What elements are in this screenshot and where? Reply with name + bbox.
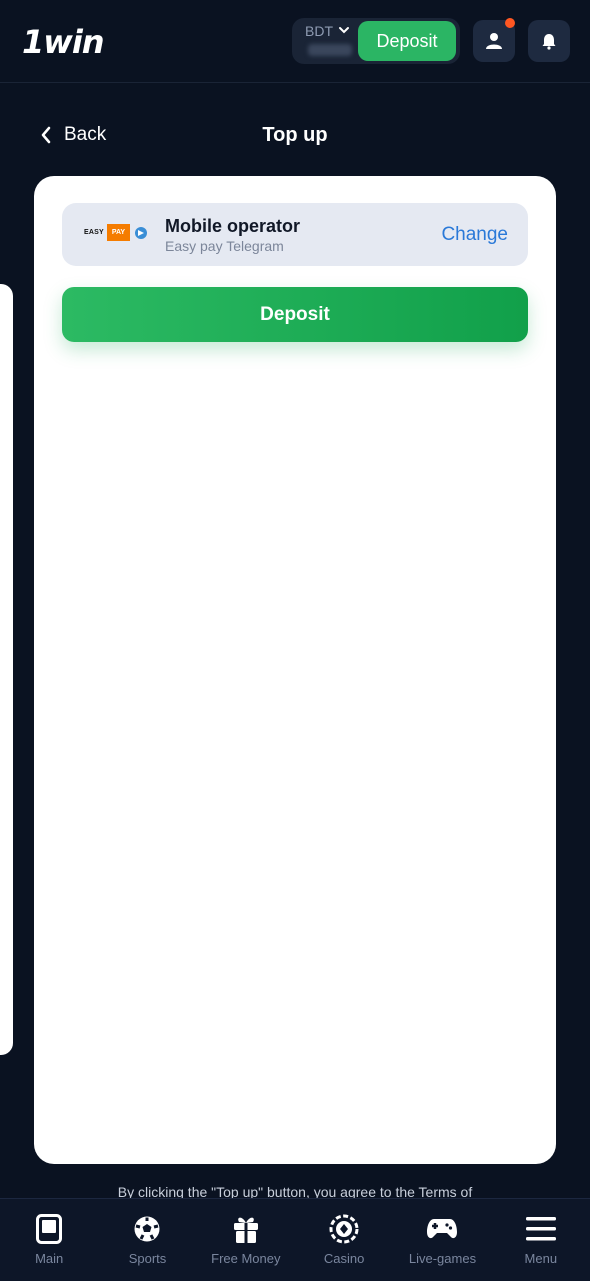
side-panel-edge bbox=[0, 284, 13, 1055]
nav-item-main[interactable]: Main bbox=[0, 1199, 98, 1281]
balance-widget[interactable]: BDT Deposit bbox=[292, 18, 460, 64]
nav-label: Menu bbox=[524, 1251, 558, 1266]
nav-label: Free Money bbox=[211, 1251, 281, 1266]
currency-label[interactable]: BDT bbox=[305, 23, 333, 39]
payment-method-subtitle: Easy pay Telegram bbox=[165, 238, 284, 254]
nav-item-menu[interactable]: Menu bbox=[492, 1199, 590, 1281]
nav-label: Live-games bbox=[408, 1251, 477, 1266]
nav-label: Sports bbox=[128, 1251, 167, 1266]
gamepad-icon bbox=[426, 1213, 458, 1245]
back-label: Back bbox=[64, 124, 107, 145]
notifications-button[interactable] bbox=[528, 20, 570, 62]
bell-icon bbox=[542, 34, 556, 50]
chevron-down-icon[interactable] bbox=[338, 24, 350, 36]
nav-item-sports[interactable]: Sports bbox=[98, 1199, 196, 1281]
easypay-logo-easy: EASY bbox=[84, 229, 104, 236]
deposit-button[interactable]: Deposit bbox=[62, 287, 528, 342]
header-deposit-button[interactable]: Deposit bbox=[358, 21, 456, 61]
change-method-link[interactable]: Change bbox=[441, 224, 508, 246]
back-button[interactable]: Back bbox=[40, 124, 106, 146]
bottom-nav: Main Sports Free Money Casino Live-games… bbox=[0, 1198, 590, 1281]
nav-label: Casino bbox=[323, 1251, 365, 1266]
main-icon bbox=[33, 1213, 65, 1245]
nav-label: Main bbox=[35, 1251, 64, 1266]
user-icon bbox=[486, 33, 502, 49]
nav-item-live-games[interactable]: Live-games bbox=[393, 1199, 491, 1281]
nav-item-casino[interactable]: Casino bbox=[295, 1199, 393, 1281]
payment-method-selector[interactable]: EASY PAY Mobile operator Easy pay Telegr… bbox=[62, 203, 528, 266]
telegram-icon bbox=[135, 226, 148, 239]
casino-chip-icon bbox=[328, 1213, 360, 1245]
brand-logo[interactable]: 1win bbox=[22, 22, 105, 62]
menu-icon bbox=[525, 1213, 557, 1245]
notification-dot bbox=[505, 18, 515, 28]
nav-item-free-money[interactable]: Free Money bbox=[197, 1199, 295, 1281]
chevron-left-icon bbox=[41, 126, 51, 144]
gift-icon bbox=[230, 1213, 262, 1245]
easypay-logo-pay: PAY bbox=[106, 224, 131, 241]
top-up-card: EASY PAY Mobile operator Easy pay Telegr… bbox=[34, 176, 556, 1164]
top-header: 1win BDT Deposit bbox=[0, 0, 590, 83]
easypay-logo: EASY PAY bbox=[84, 224, 148, 241]
payment-method-title: Mobile operator bbox=[165, 216, 301, 236]
balance-amount-hidden bbox=[308, 44, 352, 56]
soccer-ball-icon bbox=[131, 1213, 163, 1245]
